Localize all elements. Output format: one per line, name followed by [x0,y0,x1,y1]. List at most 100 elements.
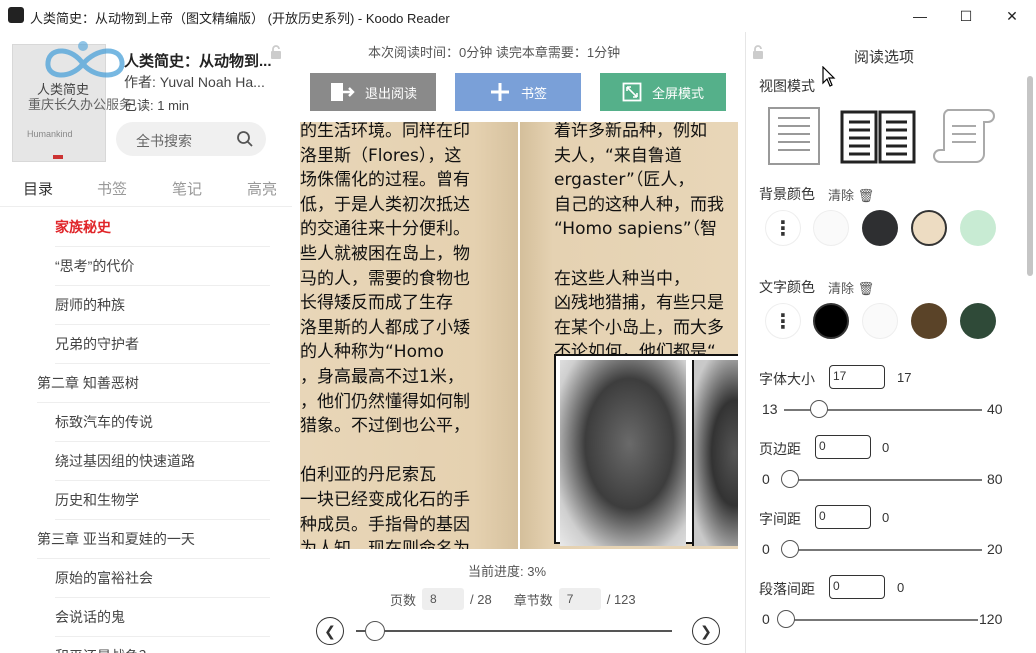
toc-section-item[interactable]: 家族秘史 [55,208,270,247]
bg-color-clear-button[interactable]: 清除 🗑 [828,185,874,204]
margin-min: 0 [762,471,770,487]
table-of-contents: 家族秘史 “思考”的代价 厨师的种族 兄弟的守护者 第二章 知善恶树 标致汽车的传说 绕过基… [0,208,292,653]
exit-reading-button[interactable]: 退出阅读 [310,73,436,111]
text-line: 在某个小岛上，而大多 [554,317,724,338]
reader-area: 的生活环境。同样在印 洛里斯（Flores），这 场侏儒化的过程。曾有 低，于是人类初… [292,32,745,653]
settings-panel: 阅读选项 视图模式 背景颜色 清除 🗑 ⋮ 文字颜色 清除 🗑 ⋮ 字体大小 1… [745,32,1036,653]
font-size-input[interactable]: 17 [829,365,885,389]
chevron-right-icon: ❯ [700,622,712,639]
toc-section-item[interactable]: 历史和生物学 [55,481,270,520]
tab-notes[interactable]: 笔记 [172,178,202,199]
search-input[interactable]: 全书搜索 [116,122,266,156]
exit-reading-label: 退出阅读 [364,85,417,101]
progress-text: 当前进度: 3% [468,564,547,579]
clear-label: 清除 [828,281,855,296]
app-icon [8,7,24,23]
font-size-label: 字体大小 [759,371,815,387]
letter-spacing-input[interactable]: 0 [815,505,871,529]
font-size-slider-knob[interactable] [810,400,829,418]
bookmark-button[interactable]: 书签 [455,73,581,111]
toc-section-item[interactable]: 绕过基因组的快速道路 [55,442,270,481]
letter-spacing-min: 0 [762,541,770,557]
toc-chapter-item[interactable]: 第二章 知善恶树 [37,364,270,403]
toc-chapter-item[interactable]: 第三章 亚当和夏娃的一天 [37,520,270,559]
chevron-left-icon: ❮ [324,622,336,639]
toc-section-item[interactable]: “思考”的代价 [55,247,270,286]
text-line: “Homo sapiens”（智 [554,219,718,240]
lock-icon[interactable] [268,44,284,65]
margin-value: 0 [882,440,890,455]
page-input[interactable]: 8 [422,588,465,610]
single-page-mode-icon[interactable] [766,106,822,171]
double-page-mode-icon[interactable] [840,106,916,171]
paragraph-spacing-slider[interactable] [780,619,978,621]
tab-highlights[interactable]: 高亮 [247,178,277,199]
text-line: ，身高最高不过1米， [300,366,464,387]
margin-slider[interactable] [784,479,982,481]
bg-color-swatch[interactable] [813,210,849,246]
letter-spacing-slider-knob[interactable] [781,540,799,558]
text-line: 低，于是人类初次抵达 [300,194,470,215]
text-line: 些人就被困在岛上，物 [300,243,470,264]
text-line: 凶残地猎捕，有些只是 [554,293,724,314]
bg-color-swatch[interactable] [960,210,996,246]
toc-section-item[interactable]: 和平还是战争？ [55,637,270,653]
progress-slider[interactable] [356,630,672,632]
illustration-image [554,354,738,546]
mouse-cursor-icon [822,65,836,93]
tab-toc[interactable]: 目录 [23,178,53,199]
next-page-button[interactable]: ❯ [692,617,720,645]
close-button[interactable]: ✕ [989,0,1035,32]
settings-scrollbar[interactable] [1027,76,1033,276]
fullscreen-button[interactable]: 全屏模式 [600,73,726,111]
margin-input[interactable]: 0 [815,435,871,459]
book-author: 作者: Yuval Noah Ha... [124,74,265,90]
minimize-button[interactable]: — [897,0,943,32]
text-line: 夫人，“来自鲁道 [554,145,682,166]
bg-color-swatch[interactable] [862,210,898,246]
reader-top-toolbar: 本次阅读时间：0分钟 读完本章需要：1分钟 退出阅读 书签 全屏模式 [292,32,745,122]
text-line: 一块已经变成化石的手 [300,489,470,510]
text-line: 自己的这种人种，而我 [554,194,724,215]
paragraph-spacing-min: 0 [762,611,770,627]
window-title: 人类简史：从动物到上帝（图文精编版） (开放历史系列) - Koodo Read… [30,11,450,26]
page-total: / 28 [470,591,492,607]
scroll-mode-icon[interactable] [932,106,996,173]
settings-title: 阅读选项 [854,49,915,66]
paragraph-spacing-max: 120 [979,611,1003,627]
letter-spacing-slider[interactable] [784,549,982,551]
text-color-clear-button[interactable]: 清除 🗑 [828,278,874,297]
text-color-swatch[interactable] [911,303,947,339]
bg-color-label: 背景颜色 [759,186,815,202]
toc-section-item[interactable]: 原始的富裕社会 [55,559,270,598]
toc-section-item[interactable]: 会说话的鬼 [55,598,270,637]
left-page[interactable]: 的生活环境。同样在印 洛里斯（Flores），这 场侏儒化的过程。曾有 低，于是人类初… [300,120,518,582]
progress-slider-knob[interactable] [365,621,386,641]
paragraph-spacing-input[interactable]: 0 [829,575,885,599]
search-icon[interactable] [236,130,254,153]
margin-slider-knob[interactable] [781,470,799,488]
clear-label: 清除 [828,188,855,203]
font-size-max: 40 [987,401,1003,417]
tab-bookmarks[interactable]: 书签 [97,178,127,199]
text-line: 在这些人种当中， [554,268,690,289]
prev-page-button[interactable]: ❮ [316,617,344,645]
tab-divider [0,206,292,207]
text-color-swatch[interactable] [813,303,849,339]
toc-section-item[interactable]: 标致汽车的传说 [55,403,270,442]
right-page[interactable]: 着许多新品种，例如 夫人，“来自鲁道 ergaster”（匠人， 自己的这种人种，而我… [520,120,738,582]
text-color-swatch[interactable] [960,303,996,339]
text-more-options-button[interactable]: ⋮ [765,303,801,339]
letter-spacing-max: 20 [987,541,1003,557]
text-line [300,439,470,464]
lock-icon[interactable] [750,44,766,65]
maximize-button[interactable]: ☐ [943,0,989,32]
paragraph-spacing-slider-knob[interactable] [777,610,795,628]
text-color-swatch[interactable] [862,303,898,339]
toc-section-item[interactable]: 兄弟的守护者 [55,325,270,364]
toc-section-item[interactable]: 厨师的种族 [55,286,270,325]
right-page-text: 着许多新品种，例如 夫人，“来自鲁道 ergaster”（匠人， 自己的这种人种，而我… [554,120,724,365]
bg-more-options-button[interactable]: ⋮ [765,210,801,246]
chapter-input[interactable]: 7 [558,588,601,610]
bg-color-swatch[interactable] [911,210,947,246]
